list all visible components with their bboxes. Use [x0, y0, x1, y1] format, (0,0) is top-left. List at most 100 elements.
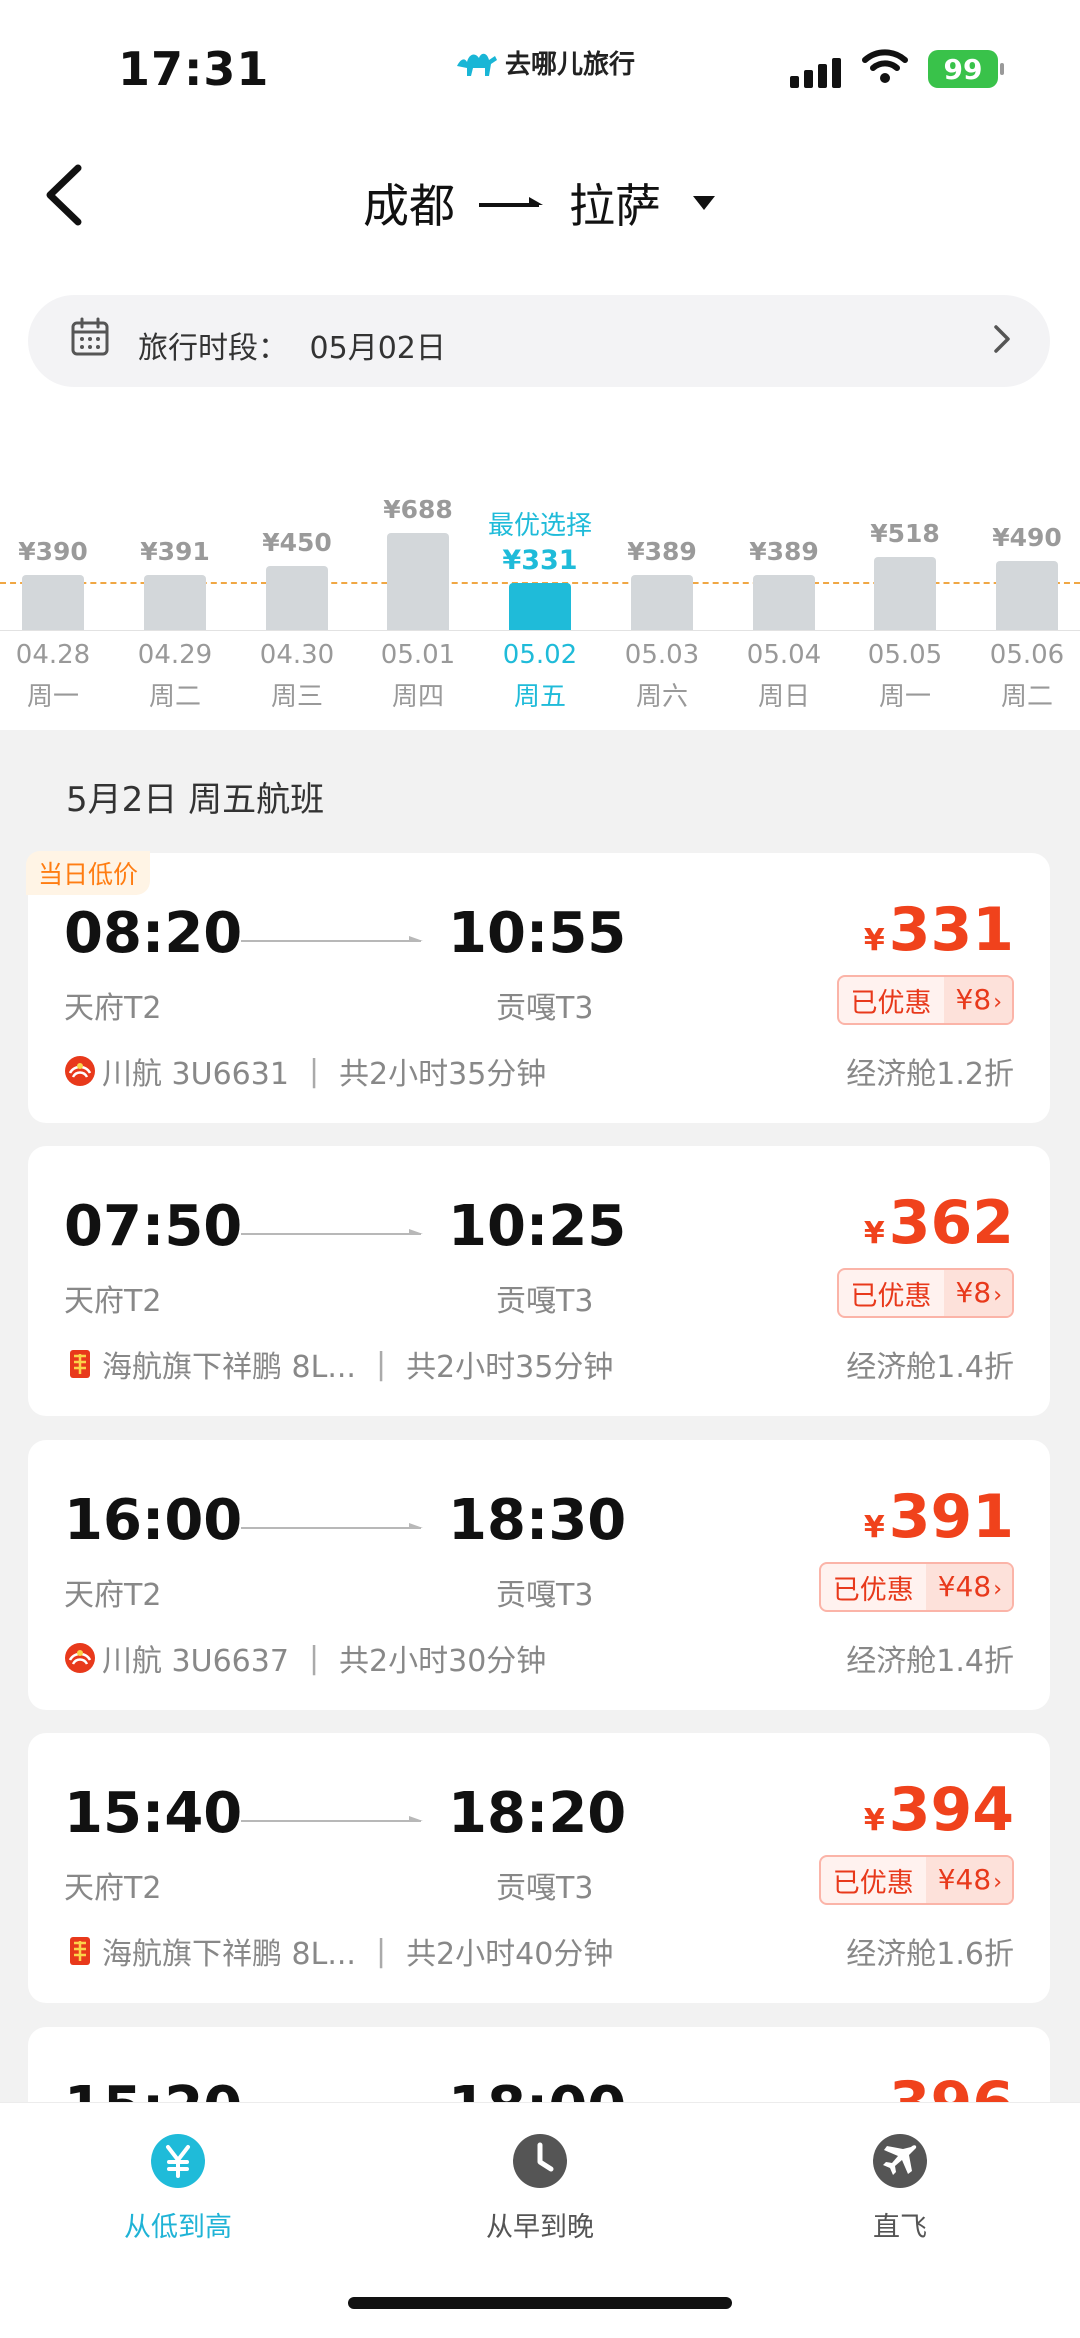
destination-city: 拉萨 — [569, 179, 661, 233]
caret-down-icon[interactable] — [691, 194, 717, 212]
price-bar — [753, 575, 815, 630]
price-value: 331 — [888, 895, 1014, 965]
day-price: ¥490 — [992, 523, 1062, 552]
day-price: ¥331 — [502, 545, 578, 576]
discount-label: 已优惠 — [832, 1867, 914, 1899]
day-date: 04.29 — [137, 640, 213, 670]
airline-flight-no: 海航旗下祥鹏 8L... — [102, 1350, 356, 1385]
currency-symbol: ¥ — [863, 1216, 885, 1251]
cabin-discount: 经济舱1.6折 — [846, 1937, 1014, 1972]
flight-info: 川航 3U6631 | 共2小时35分钟 — [64, 1049, 546, 1093]
flight-arrow-icon — [241, 1816, 423, 1822]
chevron-right-icon: › — [993, 990, 1002, 1015]
tab-label: 从早到晚 — [486, 2212, 594, 2243]
tab-price-low-high[interactable]: 从低到高 — [78, 2133, 278, 2244]
flight-card[interactable]: 16:00 18:30 ¥391 天府T2 贡嘎T3 川航 3U6637 | 共2小时30分钟… — [28, 1440, 1050, 1710]
arrival-airport: 贡嘎T3 — [496, 1578, 594, 1613]
tab-label: 直飞 — [873, 2212, 927, 2243]
day-date: 05.05 — [867, 640, 943, 670]
date-range-text: 旅行时段： 05月02日 — [138, 323, 446, 367]
day-weekday: 周日 — [757, 682, 810, 712]
low-price-tag: 当日低价 — [26, 851, 151, 895]
airline-flight-no: 川航 3U6637 — [102, 1644, 289, 1679]
airline-logo-icon — [64, 1935, 96, 1967]
separator: | — [375, 1346, 387, 1382]
airline-logo-icon — [64, 1642, 96, 1674]
arrival-time: 10:25 — [448, 1194, 627, 1259]
separator: | — [375, 1933, 387, 1969]
origin-city: 成都 — [363, 179, 455, 233]
brand-name: 去哪儿旅行 — [505, 49, 636, 80]
day-price: ¥391 — [140, 537, 210, 566]
departure-time: 07:50 — [64, 1194, 243, 1259]
battery-icon: 99 — [928, 50, 1004, 88]
day-date: 05.06 — [989, 640, 1065, 670]
flight-card[interactable]: 07:50 10:25 ¥362 天府T2 贡嘎T3 海航旗下祥鹏 8L... | 共2小时3… — [28, 1146, 1050, 1416]
price-bar — [22, 575, 84, 630]
discount-label: 已优惠 — [850, 987, 932, 1019]
day-date: 05.02 — [502, 640, 578, 670]
flight-duration: 共2小时35分钟 — [406, 1350, 614, 1385]
airline-flight-no: 海航旗下祥鹏 8L... — [102, 1937, 356, 1972]
chevron-right-icon — [994, 325, 1010, 353]
discount-amount: ¥48› — [925, 1564, 1012, 1610]
arrival-airport: 贡嘎T3 — [496, 1871, 594, 1906]
arrival-airport: 贡嘎T3 — [496, 991, 594, 1026]
currency-symbol: ¥ — [863, 1510, 885, 1545]
signal-icon — [790, 52, 841, 88]
flight-duration: 共2小时40分钟 — [406, 1937, 614, 1972]
price-bar — [996, 561, 1058, 630]
discount-badge[interactable]: 已优惠 ¥8› — [836, 975, 1014, 1025]
tab-early-late[interactable]: 从早到晚 — [440, 2133, 640, 2244]
discount-amount: ¥8› — [943, 1270, 1012, 1316]
status-time: 17:31 — [118, 42, 270, 96]
day-price: ¥450 — [262, 528, 332, 557]
flight-price: ¥391 — [864, 1482, 1014, 1552]
arrival-time: 18:20 — [448, 1781, 627, 1846]
airline-logo-icon — [64, 1055, 96, 1087]
discount-badge[interactable]: 已优惠 ¥48› — [818, 1855, 1014, 1905]
airline-logo-icon — [64, 1348, 96, 1380]
yuan-icon — [151, 2134, 205, 2188]
tab-direct-flight[interactable]: 直飞 — [800, 2133, 1000, 2244]
price-bar — [144, 575, 206, 630]
price-bar — [509, 583, 571, 630]
day-weekday: 周三 — [270, 682, 323, 712]
day-weekday: 周六 — [635, 682, 688, 712]
route-selector[interactable]: 成都 拉萨 — [0, 170, 1080, 236]
arrival-time: 10:55 — [448, 901, 627, 966]
flight-duration: 共2小时35分钟 — [339, 1057, 547, 1092]
chart-baseline — [0, 630, 1080, 631]
price-value: 362 — [888, 1188, 1014, 1258]
discount-badge[interactable]: 已优惠 ¥48› — [818, 1562, 1014, 1612]
flight-card[interactable]: 当日低价 08:20 10:55 ¥331 天府T2 贡嘎T3 川航 3U6631 | 共2小时… — [26, 851, 1050, 1123]
flight-arrow-icon — [241, 1229, 423, 1235]
clock-icon — [513, 2134, 567, 2188]
day-date: 05.04 — [746, 640, 822, 670]
price-value: 394 — [888, 1775, 1014, 1845]
flight-arrow-icon — [241, 1523, 423, 1529]
day-price: ¥688 — [383, 495, 453, 524]
discount-value: ¥48 — [937, 1570, 992, 1603]
discount-badge[interactable]: 已优惠 ¥8› — [836, 1268, 1014, 1318]
currency-symbol: ¥ — [863, 923, 885, 958]
price-bar — [874, 557, 936, 630]
discount-value: ¥8 — [955, 983, 992, 1016]
price-bar — [631, 575, 693, 630]
section-title: 5月2日 周五航班 — [66, 780, 325, 820]
day-weekday: 周四 — [391, 682, 444, 712]
day-date: 05.01 — [380, 640, 456, 670]
flight-duration: 共2小时30分钟 — [339, 1644, 547, 1679]
travel-date-range[interactable]: 旅行时段： 05月02日 — [28, 295, 1050, 387]
cabin-discount: 经济舱1.2折 — [846, 1057, 1014, 1092]
day-price: ¥389 — [627, 537, 697, 566]
departure-airport: 天府T2 — [64, 1578, 162, 1613]
departure-airport: 天府T2 — [64, 1871, 162, 1906]
flight-arrow-icon — [241, 936, 423, 942]
departure-airport: 天府T2 — [64, 1284, 162, 1319]
camel-logo-icon — [457, 53, 497, 76]
day-weekday: 周一 — [878, 682, 931, 712]
price-bar — [266, 566, 328, 630]
day-date: 05.03 — [624, 640, 700, 670]
flight-card[interactable]: 15:40 18:20 ¥394 天府T2 贡嘎T3 海航旗下祥鹏 8L... | 共2小时4… — [28, 1733, 1050, 2003]
